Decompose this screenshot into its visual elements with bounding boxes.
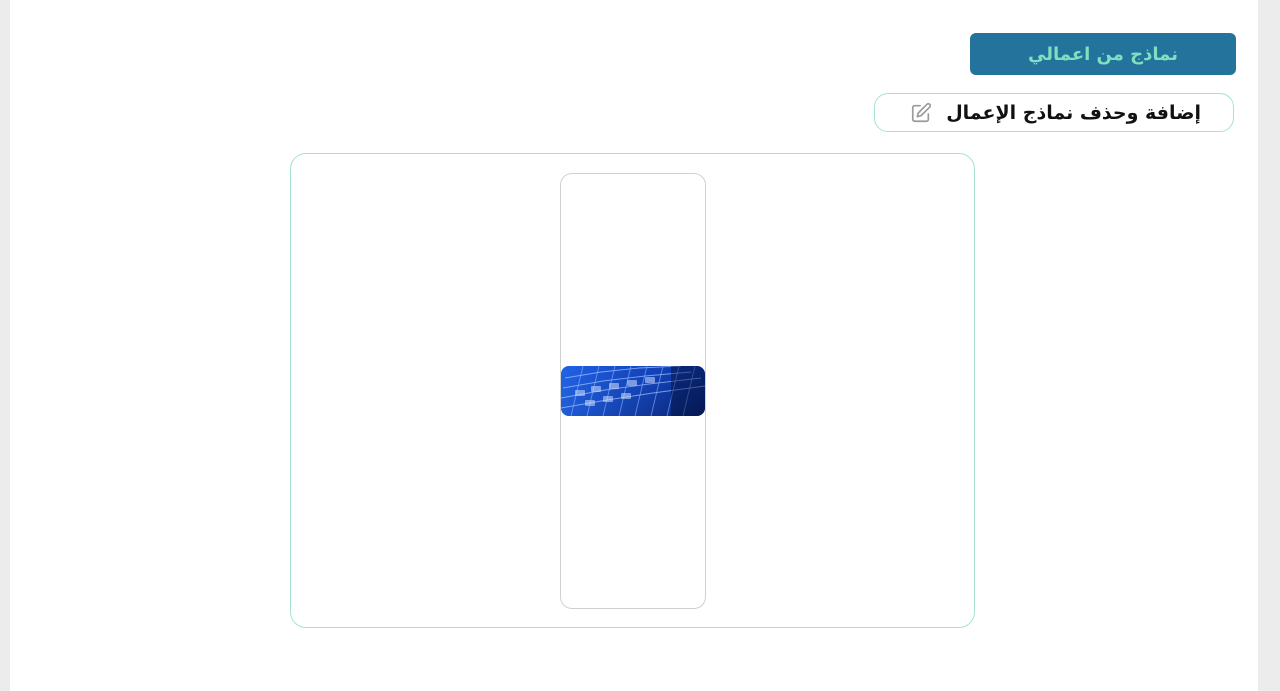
edit-icon[interactable] [910,102,932,124]
page-container: نماذج من اعمالي إضافة وحذف نماذج الإعمال [10,0,1258,691]
edit-portfolio-label: إضافة وحذف نماذج الإعمال [946,101,1201,124]
section-title: نماذج من اعمالي [1028,43,1178,65]
section-title-bar: نماذج من اعمالي [970,33,1236,75]
edit-portfolio-button[interactable]: إضافة وحذف نماذج الإعمال [874,93,1234,132]
portfolio-item-image[interactable] [561,366,705,416]
